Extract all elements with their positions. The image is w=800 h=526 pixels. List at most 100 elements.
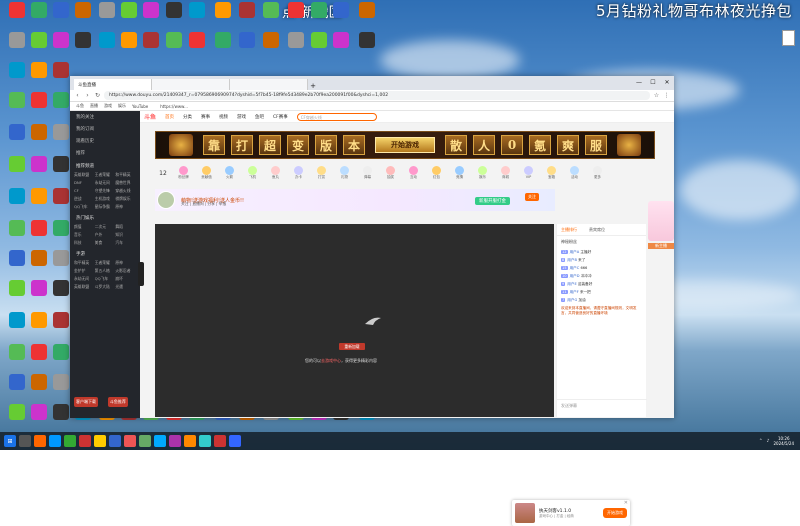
desktop-shortcut[interactable] bbox=[6, 280, 28, 310]
video-player[interactable]: 重新加载 您的可以去游戏中心，获得更多精彩内容 执天剑客v1.1.0 游戏中心 … bbox=[155, 224, 630, 526]
desktop-shortcut[interactable] bbox=[50, 188, 72, 218]
sidebar-channel-link[interactable]: 火影忍者 bbox=[115, 267, 136, 275]
desktop-shortcut[interactable] bbox=[50, 280, 72, 310]
sidebar-channel-link[interactable]: 知识 bbox=[115, 231, 136, 239]
taskbar-app-icon[interactable] bbox=[34, 435, 46, 447]
desktop-shortcut[interactable] bbox=[50, 312, 72, 342]
taskbar-app-icon[interactable] bbox=[79, 435, 91, 447]
nav-category[interactable]: 分类 bbox=[183, 114, 192, 120]
sidebar-channel-link[interactable]: 光遇 bbox=[115, 283, 136, 291]
gift-item[interactable]: 飞机 bbox=[241, 166, 264, 180]
sidebar-channel-link[interactable]: CF bbox=[74, 187, 95, 195]
chat-nick[interactable]: 用户D bbox=[570, 274, 580, 278]
nav-home[interactable]: 首页 bbox=[165, 114, 174, 120]
chat-nick[interactable]: 用户C bbox=[570, 266, 580, 270]
gift-item[interactable]: 红包 bbox=[425, 166, 448, 180]
sidebar-channel-link[interactable]: 金铲铲 bbox=[74, 267, 95, 275]
desktop-shortcut[interactable] bbox=[260, 32, 282, 62]
desktop-shortcut[interactable] bbox=[50, 220, 72, 250]
follow-button[interactable]: 关注 bbox=[525, 193, 539, 201]
gift-item[interactable]: 商城 bbox=[494, 166, 517, 180]
taskbar-app-icon[interactable] bbox=[184, 435, 196, 447]
taskbar-app-icon[interactable] bbox=[169, 435, 181, 447]
sidebar-channel-link[interactable]: 原神 bbox=[115, 259, 136, 267]
taskbar-app-icon[interactable] bbox=[139, 435, 151, 447]
sidebar-channel-link[interactable]: 二次元 bbox=[95, 223, 116, 231]
streamer-avatar[interactable] bbox=[157, 191, 175, 209]
desktop-shortcut[interactable] bbox=[28, 2, 50, 32]
desktop-shortcut[interactable] bbox=[72, 32, 94, 62]
desktop-shortcut[interactable] bbox=[118, 2, 140, 32]
sidebar-channel-link[interactable]: 棋牌娱乐 bbox=[115, 195, 136, 203]
sidebar-channel-link[interactable]: 穿越火线 bbox=[115, 187, 136, 195]
side-drawer-handle[interactable] bbox=[138, 262, 144, 286]
forward-icon[interactable]: › bbox=[84, 92, 91, 99]
desktop-shortcut[interactable] bbox=[356, 2, 378, 32]
volume-icon[interactable]: ♪ bbox=[767, 439, 770, 444]
gift-item[interactable]: 竞猜 bbox=[448, 166, 471, 180]
taskbar-app-icon[interactable] bbox=[124, 435, 136, 447]
desktop-shortcut[interactable] bbox=[6, 250, 28, 280]
desktop-shortcut[interactable] bbox=[6, 312, 28, 342]
room-game-button[interactable]: 新服开服打金 bbox=[475, 197, 510, 205]
taskbar-app-icon[interactable] bbox=[214, 435, 226, 447]
gift-item[interactable]: 抽奖 bbox=[379, 166, 402, 180]
gift-item[interactable]: 粉丝牌 bbox=[172, 166, 195, 180]
desktop-shortcut[interactable] bbox=[50, 2, 72, 32]
sidebar-channel-link[interactable]: 斗罗大陆 bbox=[95, 283, 116, 291]
close-icon[interactable]: ✕ bbox=[624, 500, 628, 506]
sidebar-channel-link[interactable]: 主机游戏 bbox=[95, 195, 116, 203]
desktop-shortcut[interactable] bbox=[28, 32, 50, 62]
sidebar-item[interactable]: 推荐 bbox=[70, 147, 140, 159]
desktop-shortcut[interactable] bbox=[6, 92, 28, 122]
desktop-shortcut[interactable] bbox=[28, 92, 50, 122]
desktop-shortcut[interactable] bbox=[96, 32, 118, 62]
desktop-shortcut[interactable] bbox=[6, 404, 28, 434]
browser-tab[interactable] bbox=[152, 79, 230, 90]
desktop-shortcut[interactable] bbox=[212, 32, 234, 62]
desktop-shortcut[interactable] bbox=[50, 32, 72, 62]
desktop-shortcut[interactable] bbox=[236, 32, 258, 62]
sidebar-channel-link[interactable]: 逆战 bbox=[74, 195, 95, 203]
game-ad-banner[interactable]: 靠打超变版本 开始游戏 散人0氪爽服 bbox=[155, 131, 655, 159]
gift-item[interactable]: 礼物 bbox=[333, 166, 356, 180]
bookmark-item[interactable]: YouTube bbox=[132, 104, 148, 109]
bookmark-item[interactable]: https://www... bbox=[160, 104, 188, 109]
desktop-shortcut[interactable] bbox=[285, 32, 307, 62]
desktop-shortcut[interactable] bbox=[96, 2, 118, 32]
browser-tab-active[interactable]: 斗鱼直播 bbox=[74, 79, 152, 90]
star-icon[interactable]: ☆ bbox=[653, 92, 660, 99]
taskbar-app-icon[interactable] bbox=[49, 435, 61, 447]
desktop-shortcut[interactable] bbox=[330, 2, 352, 32]
game-center-link[interactable]: 去游戏中心 bbox=[321, 358, 341, 363]
desktop-shortcut[interactable] bbox=[260, 2, 282, 32]
desktop-shortcut[interactable] bbox=[50, 62, 72, 92]
clock[interactable]: 10:26 2024/5/24 bbox=[773, 436, 794, 446]
gift-item[interactable]: 宝箱 bbox=[540, 166, 563, 180]
desktop-shortcut[interactable] bbox=[72, 2, 94, 32]
banner-start-button[interactable]: 开始游戏 bbox=[375, 137, 435, 153]
bookmark-item[interactable]: 直播 bbox=[90, 103, 98, 109]
reload-player-button[interactable]: 重新加载 bbox=[339, 343, 365, 350]
desktop-shortcut[interactable] bbox=[28, 124, 50, 154]
sidebar-channel-link[interactable]: 舞蹈 bbox=[115, 223, 136, 231]
desktop-shortcut[interactable] bbox=[308, 2, 330, 32]
taskbar-app-icon[interactable] bbox=[199, 435, 211, 447]
gift-item[interactable]: 火箭 bbox=[218, 166, 241, 180]
tab-vip[interactable]: 贵宾席位 bbox=[589, 227, 605, 233]
minimize-button[interactable]: — bbox=[632, 76, 646, 90]
desktop-shortcut[interactable] bbox=[28, 312, 50, 342]
desktop-shortcut[interactable] bbox=[6, 62, 28, 92]
sidebar-channel-link[interactable]: 户外 bbox=[95, 231, 116, 239]
taskbar-app-icon[interactable] bbox=[229, 435, 241, 447]
download-client-button[interactable]: 客户端下载 bbox=[74, 397, 98, 407]
nav-events[interactable]: 赛事 bbox=[201, 114, 210, 120]
gift-item[interactable]: 打赏 bbox=[310, 166, 333, 180]
sidebar-channel-link[interactable]: 和平精英 bbox=[115, 171, 136, 179]
sidebar-channel-link[interactable]: 美食 bbox=[95, 239, 116, 247]
reload-icon[interactable]: ↻ bbox=[94, 92, 101, 99]
desktop-shortcut[interactable] bbox=[50, 344, 72, 374]
desktop-shortcut[interactable] bbox=[6, 220, 28, 250]
desktop-shortcut[interactable] bbox=[6, 188, 28, 218]
chat-input[interactable]: 发送弹幕 bbox=[557, 399, 647, 417]
